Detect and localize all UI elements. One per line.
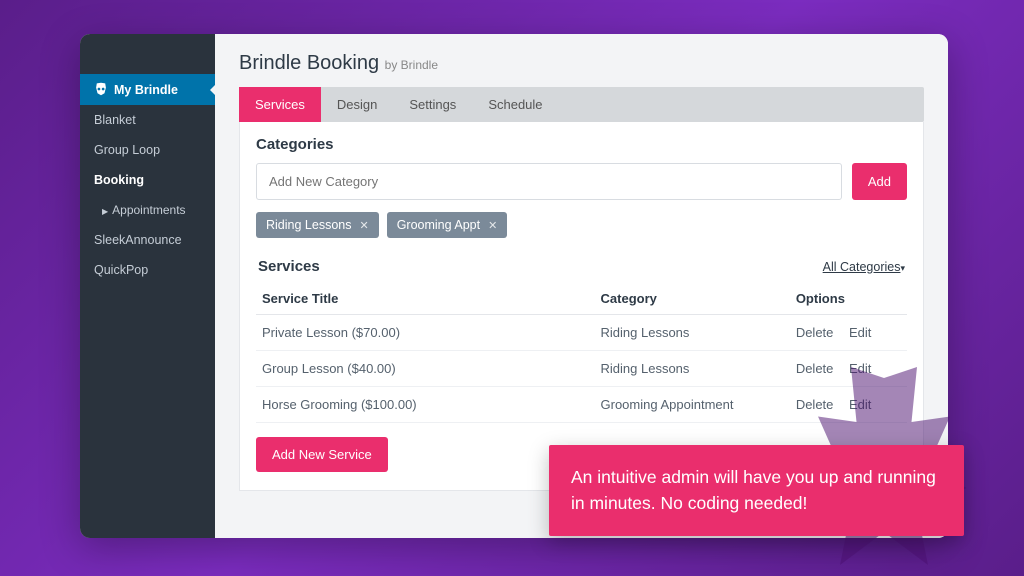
sidebar-item-label: QuickPop: [94, 263, 148, 277]
cell-service-title: Private Lesson ($70.00): [256, 315, 595, 351]
sidebar-item-quickpop[interactable]: QuickPop: [80, 255, 215, 285]
tab-settings[interactable]: Settings: [393, 87, 472, 122]
cell-service-title: Group Lesson ($40.00): [256, 351, 595, 387]
sidebar-item-blanket[interactable]: Blanket: [80, 105, 215, 135]
sidebar-item-my-brindle[interactable]: My Brindle: [80, 74, 215, 105]
brindle-icon: [94, 82, 108, 96]
sidebar-item-sleekannounce[interactable]: SleekAnnounce: [80, 225, 215, 255]
col-options: Options: [790, 283, 907, 315]
edit-link[interactable]: Edit: [849, 325, 871, 340]
category-chips: Riding Lessons ✕ Grooming Appt ✕: [256, 212, 907, 238]
chip-label: Grooming Appt: [397, 218, 480, 232]
add-service-button[interactable]: Add New Service: [256, 437, 388, 472]
page-byline: by Brindle: [385, 58, 438, 72]
cell-service-title: Horse Grooming ($100.00): [256, 387, 595, 423]
category-add-row: Add: [256, 163, 907, 200]
col-service-title: Service Title: [256, 283, 595, 315]
tab-design[interactable]: Design: [321, 87, 393, 122]
table-row: Private Lesson ($70.00) Riding Lessons D…: [256, 315, 907, 351]
close-icon[interactable]: ✕: [488, 219, 497, 232]
category-input[interactable]: [256, 163, 842, 200]
close-icon[interactable]: ✕: [359, 219, 368, 232]
col-category: Category: [595, 283, 790, 315]
sidebar: My Brindle Blanket Group Loop Booking Ap…: [80, 34, 215, 538]
services-header: Services All Categories: [258, 258, 905, 275]
tab-bar: Services Design Settings Schedule: [239, 87, 924, 122]
services-heading: Services: [258, 258, 320, 275]
delete-link[interactable]: Delete: [796, 325, 834, 340]
sidebar-item-appointments[interactable]: Appointments: [80, 195, 215, 225]
chip-label: Riding Lessons: [266, 218, 351, 232]
promo-banner: An intuitive admin will have you up and …: [549, 445, 964, 536]
category-filter-dropdown[interactable]: All Categories: [823, 260, 905, 274]
categories-heading: Categories: [256, 136, 907, 153]
cell-category: Grooming Appointment: [595, 387, 790, 423]
sidebar-item-label: My Brindle: [114, 83, 178, 97]
cell-category: Riding Lessons: [595, 351, 790, 387]
tab-services[interactable]: Services: [239, 87, 321, 122]
sidebar-item-label: Booking: [94, 173, 144, 187]
chip-grooming-appt[interactable]: Grooming Appt ✕: [387, 212, 508, 238]
sidebar-item-label: SleekAnnounce: [94, 233, 182, 247]
sidebar-item-label: Appointments: [112, 203, 185, 217]
promo-text: An intuitive admin will have you up and …: [571, 467, 936, 512]
tab-schedule[interactable]: Schedule: [472, 87, 558, 122]
sidebar-item-group-loop[interactable]: Group Loop: [80, 135, 215, 165]
add-category-button[interactable]: Add: [852, 163, 907, 200]
cell-category: Riding Lessons: [595, 315, 790, 351]
chip-riding-lessons[interactable]: Riding Lessons ✕: [256, 212, 379, 238]
page-title-text: Brindle Booking: [239, 52, 379, 74]
sidebar-item-booking[interactable]: Booking: [80, 165, 215, 195]
sidebar-item-label: Blanket: [94, 113, 136, 127]
sidebar-item-label: Group Loop: [94, 143, 160, 157]
page-title: Brindle Booking by Brindle: [239, 52, 924, 75]
